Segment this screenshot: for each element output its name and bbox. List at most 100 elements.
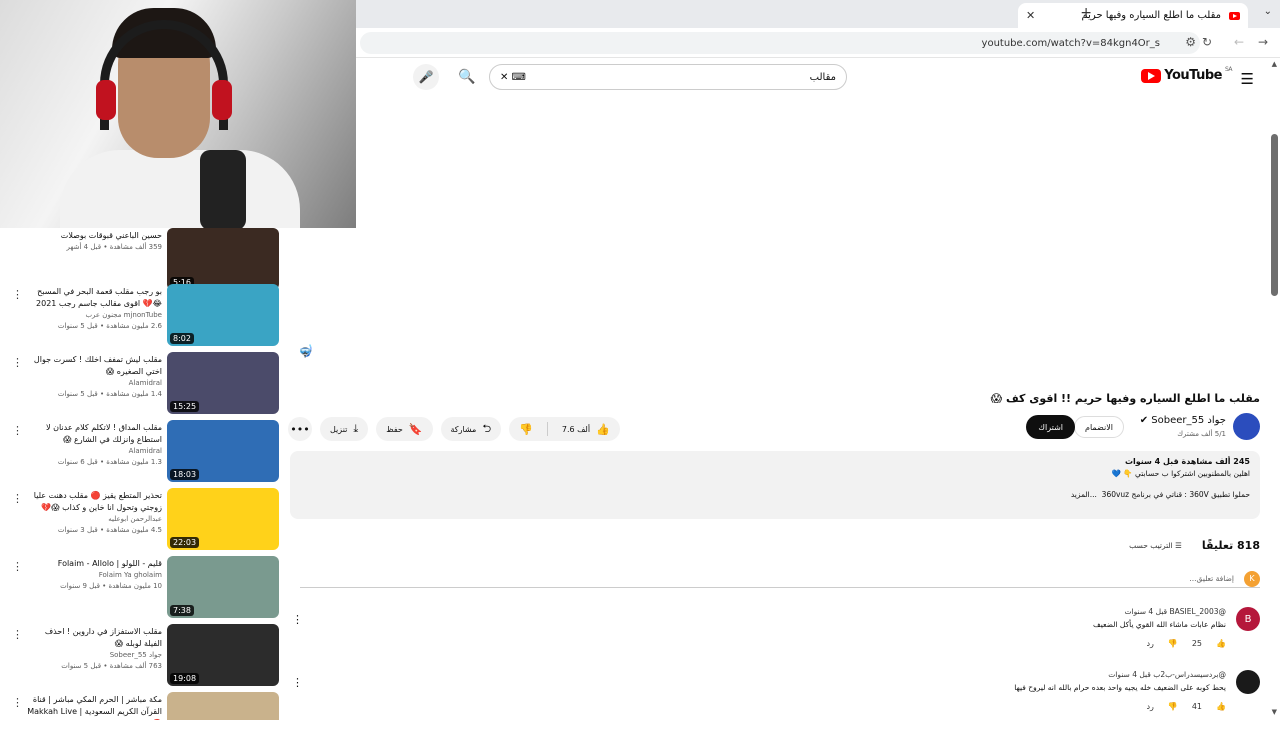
- like-icon[interactable]: 👍: [596, 423, 610, 436]
- site-settings-icon[interactable]: ⚙: [1185, 35, 1196, 49]
- dislike-icon[interactable]: 👎: [519, 423, 533, 436]
- browser-tab[interactable]: مقلب ما اطلع السياره وفيها حريم ✕: [1018, 3, 1248, 28]
- channel-avatar[interactable]: [1233, 413, 1260, 440]
- recommendations-list: ⋮ حسين الباعني قبوقات بوصلات 359 ألف مشاهد…: [0, 228, 290, 720]
- description-box[interactable]: 245 ألف مشاهدة قبل 4 سنوات اهلين بالمطنو…: [290, 451, 1260, 519]
- more-options-icon[interactable]: ⋮: [12, 560, 23, 573]
- share-icon: ⮌: [482, 421, 492, 435]
- close-tab-icon[interactable]: ✕: [1026, 9, 1035, 22]
- comment: @بردسيسدراس-ب2ب قبل 4 سنوات يحط كوبه على …: [292, 670, 1260, 730]
- comment-count: 818 تعليقًا: [1201, 538, 1260, 552]
- scroll-down-icon[interactable]: ▼: [1272, 708, 1277, 716]
- comment-dislike-icon[interactable]: 👎: [1168, 702, 1178, 711]
- recommendation-item[interactable]: ⋮ تحذير المتطع يقيز 🔴 مقلب دهنت عليا زوجت…: [0, 488, 290, 554]
- page-scrollbar[interactable]: [1271, 134, 1278, 296]
- recommendation-info: حسين الباعني قبوقات بوصلات 359 ألف مشاهدة…: [26, 230, 162, 253]
- search-input[interactable]: ✕ ⌨ مقالب: [489, 64, 847, 90]
- recommendation-meta: 1.4 مليون مشاهدة • قبل 5 سنوات: [57, 390, 162, 398]
- tab-title: مقلب ما اطلع السياره وفيها حريم: [1081, 10, 1221, 21]
- back-icon[interactable]: →: [1258, 35, 1268, 49]
- recommendation-thumbnail[interactable]: [167, 692, 279, 720]
- more-options-icon[interactable]: ⋮: [12, 696, 23, 709]
- recommendation-title: مقلب ليش تمفف اخلك ! كسرت جوال اختي الصغ…: [33, 355, 162, 376]
- join-button[interactable]: الانضمام: [1074, 416, 1124, 438]
- recommendation-item[interactable]: ⋮ مكة مباشر | الحرم المكي مباشر | قناة ال…: [0, 692, 290, 720]
- recommendation-title: قليم - اللولو | Folaim - Allolo: [57, 559, 162, 568]
- comments-header: 818 تعليقًا ☰ الترتيب حسب: [660, 536, 1260, 554]
- recommendation-title: مقلب المداق ! لاتكلم كلام عدنان لا استطا…: [45, 423, 162, 444]
- comment-reply-button[interactable]: رد: [1146, 639, 1153, 648]
- comment-author[interactable]: @بردسيسدراس-ب2ب قبل 4 سنوات: [1108, 670, 1226, 679]
- webcam-overlay: [0, 0, 356, 228]
- recommendation-item[interactable]: ⋮ بو رجب مقلب قعمة البحر في المسبح 😂💔 اقو…: [0, 284, 290, 350]
- url-text: youtube.com/watch?v=84kgn4Or_s: [981, 37, 1160, 49]
- show-more-link[interactable]: ...المزيد: [1071, 490, 1097, 499]
- like-dislike-group: 👎 7.6 ألف 👍: [509, 417, 620, 441]
- recommendation-channel: جواد Sobeer_55: [109, 651, 162, 659]
- comment-like-icon[interactable]: 👍: [1216, 702, 1226, 711]
- duration-badge: 22:03: [170, 537, 200, 548]
- recommendation-meta: 1.3 مليون مشاهدة • قبل 6 سنوات: [57, 458, 162, 466]
- headphone-earcup-right: [212, 80, 232, 120]
- comment-actions: 👍 25 👎 رد: [1146, 639, 1226, 648]
- comment-like-icon[interactable]: 👍: [1216, 639, 1226, 648]
- subscribe-button[interactable]: اشتراك: [1026, 415, 1075, 439]
- recommendation-title: تحذير المتطع يقيز 🔴 مقلب دهنت عليا زوجتي…: [33, 491, 162, 512]
- more-options-icon[interactable]: ⋮: [12, 628, 23, 641]
- recommendation-item[interactable]: ⋮ مقلب ليش تمفف اخلك ! كسرت جوال اختي الص…: [0, 352, 290, 418]
- recommendation-info: مقلب المداق ! لاتكلم كلام عدنان لا استطا…: [26, 422, 162, 468]
- scroll-up-icon[interactable]: ▲: [1272, 60, 1277, 68]
- verified-icon: ✔: [1139, 415, 1149, 426]
- duration-badge: 19:08: [170, 673, 200, 684]
- comment-like-count: 41: [1191, 702, 1203, 711]
- youtube-header: 🎤 🔍 ✕ ⌨ مقالب YouTube SA ☰: [356, 58, 1280, 98]
- recommendation-title: مقلب الاستفزاز في داروين ! احذف الفيلة ل…: [44, 627, 162, 648]
- recommendation-item[interactable]: ⋮ قليم - اللولو | Folaim - Allolo Folaim Y…: [0, 556, 290, 622]
- commenter-avatar[interactable]: [1236, 670, 1260, 694]
- bookmark-icon: 🔖: [408, 422, 423, 436]
- video-title: مقلب ما اطلع السياره وفيها حريم !! اقوى …: [990, 392, 1260, 405]
- sort-button[interactable]: ☰ الترتيب حسب: [1129, 541, 1182, 550]
- clear-search-icon[interactable]: ✕ ⌨: [500, 72, 526, 83]
- channel-name[interactable]: جواد Sobeer_55 ✔: [1140, 415, 1226, 426]
- forward-icon[interactable]: ←: [1234, 35, 1244, 49]
- more-options-icon[interactable]: ⋮: [12, 424, 23, 437]
- url-field[interactable]: youtube.com/watch?v=84kgn4Or_s: [360, 32, 1200, 54]
- duration-badge: 15:25: [170, 401, 200, 412]
- more-options-icon[interactable]: ⋮: [12, 356, 23, 369]
- more-options-icon[interactable]: ⋮: [12, 492, 23, 505]
- download-button[interactable]: تنزيل ⤓: [320, 417, 369, 441]
- share-label: مشاركة: [450, 424, 477, 434]
- commenter-avatar[interactable]: B: [1236, 607, 1260, 631]
- webcam-person-shirt: [60, 150, 300, 228]
- comment-reply-button[interactable]: رد: [1146, 702, 1153, 711]
- save-button[interactable]: حفظ 🔖: [376, 417, 433, 441]
- duration-badge: 7:38: [170, 605, 194, 616]
- comment-dislike-icon[interactable]: 👎: [1168, 639, 1178, 648]
- menu-icon[interactable]: ☰: [1241, 70, 1254, 88]
- microphone-icon: [200, 150, 246, 228]
- recommendation-channel: Alamidral: [128, 379, 162, 387]
- reload-icon[interactable]: ↻: [1202, 35, 1212, 49]
- add-comment-input[interactable]: إضافة تعليق...: [1189, 574, 1234, 583]
- comment-author[interactable]: @BASIEL_2003 قبل 4 سنوات: [1124, 607, 1226, 616]
- comment-more-icon[interactable]: ⋮: [292, 676, 303, 689]
- comment-more-icon[interactable]: ⋮: [292, 613, 303, 626]
- youtube-logo[interactable]: YouTube SA: [1141, 66, 1233, 83]
- recommendation-item[interactable]: ⋮ مقلب المداق ! لاتكلم كلام عدنان لا استط…: [0, 420, 290, 486]
- recommendation-title: حسين الباعني قبوقات بوصلات: [60, 231, 162, 240]
- share-button[interactable]: مشاركة ⮌: [440, 417, 502, 441]
- recommendation-item[interactable]: ⋮ مقلب الاستفزاز في داروين ! احذف الفيلة …: [0, 624, 290, 690]
- recommendation-meta: 763 ألف مشاهدة • قبل 5 سنوات: [61, 662, 162, 670]
- tab-search-chevron-icon[interactable]: ⌄: [1264, 6, 1272, 17]
- description-promo: حملوا تطبيق 360V : قناتي في برنامج 360vu…: [300, 490, 1250, 499]
- new-tab-icon[interactable]: +: [1080, 5, 1092, 21]
- more-options-icon[interactable]: ⋮: [12, 288, 23, 301]
- recommendation-meta: 2.6 مليون مشاهدة • قبل 5 سنوات: [57, 322, 162, 330]
- search-icon[interactable]: 🔍: [454, 64, 480, 90]
- add-comment-row[interactable]: K إضافة تعليق...: [300, 570, 1260, 588]
- more-actions-icon[interactable]: •••: [288, 417, 312, 441]
- like-count: 7.6 ألف: [561, 424, 591, 434]
- duration-badge: 18:03: [170, 469, 200, 480]
- voice-search-icon[interactable]: 🎤: [413, 64, 439, 90]
